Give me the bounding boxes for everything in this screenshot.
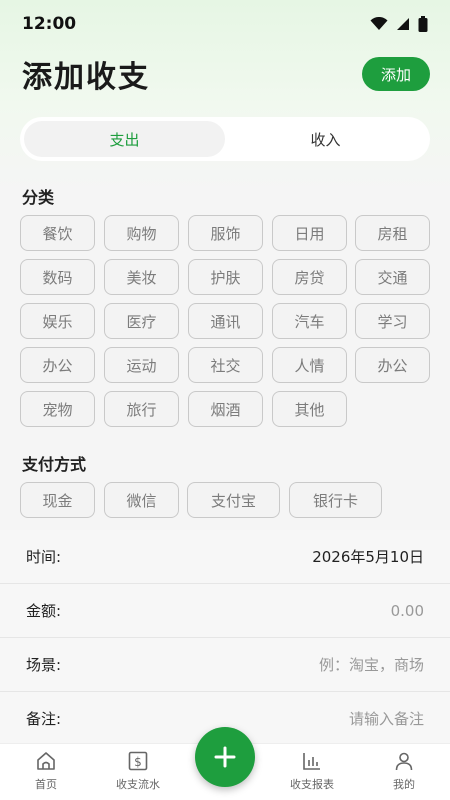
page-header: 添加收支 添加 [0,48,450,100]
category-chip[interactable]: 房租 [355,215,430,251]
time-row[interactable]: 时间: 2026年5月10日 [0,530,450,584]
nav-report-label: 收支报表 [290,778,334,791]
nav-flow[interactable]: $ 收支流水 [98,750,178,792]
category-section-title: 分类 [22,188,55,207]
battery-icon [418,16,428,32]
category-chip[interactable]: 运动 [104,347,179,383]
status-time: 12:00 [22,14,77,34]
category-chip-grid: 餐饮 购物 服饰 日用 房租 数码 美妆 护肤 房贷 交通 娱乐 医疗 通讯 汽… [20,215,440,430]
category-chip[interactable]: 通讯 [188,303,263,339]
category-chip[interactable]: 宠物 [20,391,95,427]
category-chip[interactable]: 旅行 [104,391,179,427]
user-icon [395,752,413,771]
nav-mine[interactable]: 我的 [364,750,444,792]
scene-input[interactable]: 例：淘宝，商场 [319,654,424,675]
home-icon [37,752,55,770]
bar-chart-icon [303,753,320,770]
nav-home[interactable]: 首页 [6,750,86,792]
category-chip[interactable]: 数码 [20,259,95,295]
type-tabs: 支出 收入 [20,117,430,161]
category-chip[interactable]: 办公 [355,347,430,383]
entry-form: 时间: 2026年5月10日 金额: 0.00 场景: 例：淘宝，商场 备注: … [0,530,450,746]
payment-chip-cash[interactable]: 现金 [20,482,95,518]
svg-text:$: $ [134,755,142,769]
nav-flow-label: 收支流水 [116,778,160,791]
category-chip[interactable]: 学习 [355,303,430,339]
category-chip[interactable]: 日用 [272,215,347,251]
category-chip[interactable]: 护肤 [188,259,263,295]
scene-label: 场景: [26,656,62,674]
category-chip[interactable]: 人情 [272,347,347,383]
payment-section-title: 支付方式 [22,455,87,474]
category-chip[interactable]: 汽车 [272,303,347,339]
category-chip[interactable]: 交通 [355,259,430,295]
note-input[interactable]: 请输入备注 [349,708,424,729]
category-chip[interactable]: 其他 [272,391,347,427]
wifi-icon [370,17,388,30]
time-value[interactable]: 2026年5月10日 [312,546,424,567]
category-chip[interactable]: 办公 [20,347,95,383]
category-chip[interactable]: 烟酒 [188,391,263,427]
category-chip[interactable]: 购物 [104,215,179,251]
add-record-fab[interactable] [195,727,255,787]
amount-input[interactable]: 0.00 [391,602,424,620]
category-chip[interactable]: 社交 [188,347,263,383]
category-chip[interactable]: 房贷 [272,259,347,295]
category-chip[interactable]: 医疗 [104,303,179,339]
category-chip[interactable]: 餐饮 [20,215,95,251]
amount-row[interactable]: 金额: 0.00 [0,584,450,638]
tab-income[interactable]: 收入 [225,121,426,157]
tab-expense[interactable]: 支出 [24,121,225,157]
category-chip[interactable]: 娱乐 [20,303,95,339]
status-icons [370,16,428,32]
add-button[interactable]: 添加 [362,57,430,91]
nav-report[interactable]: 收支报表 [272,750,352,792]
category-chip[interactable]: 美妆 [104,259,179,295]
amount-label: 金额: [26,602,62,620]
signal-icon [397,18,409,30]
payment-chip-bank-card[interactable]: 银行卡 [289,482,382,518]
payment-chip-wechat[interactable]: 微信 [104,482,179,518]
scene-row[interactable]: 场景: 例：淘宝，商场 [0,638,450,692]
status-bar: 12:00 [0,0,450,48]
page-title: 添加收支 [22,60,150,95]
category-chip[interactable]: 服饰 [188,215,263,251]
time-label: 时间: [26,548,62,566]
nav-home-label: 首页 [35,778,57,791]
nav-mine-label: 我的 [393,778,415,791]
plus-icon [214,746,236,768]
payment-chip-alipay[interactable]: 支付宝 [187,482,280,518]
money-icon: $ [128,751,148,771]
payment-chip-row: 现金 微信 支付宝 银行卡 [20,482,440,519]
note-label: 备注: [26,710,62,728]
